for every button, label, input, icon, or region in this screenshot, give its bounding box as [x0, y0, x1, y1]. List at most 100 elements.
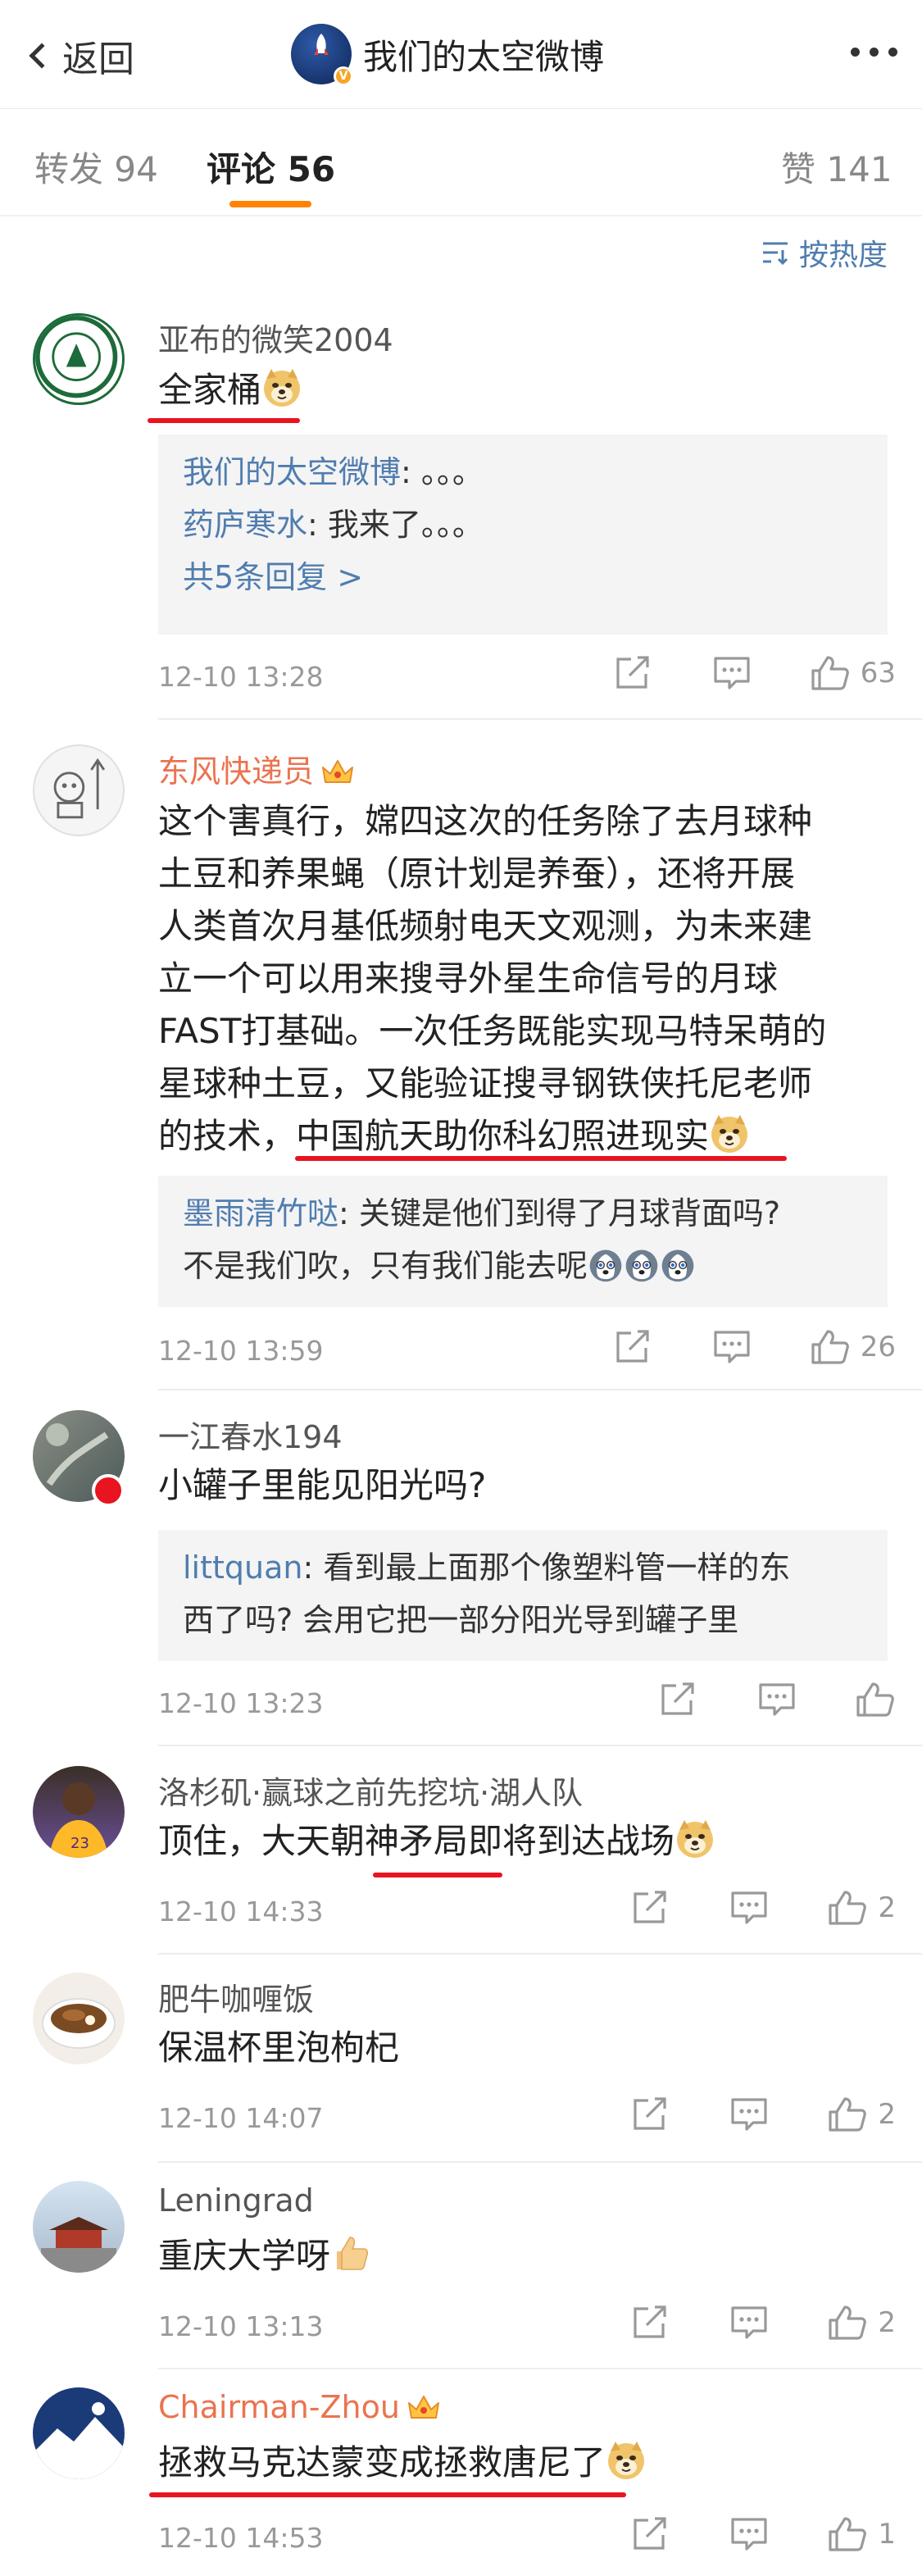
- like-button[interactable]: 26: [810, 1328, 896, 1366]
- account-avatar[interactable]: V: [291, 24, 353, 86]
- more-options-icon[interactable]: [851, 48, 897, 57]
- tab-comments[interactable]: 评论 56: [207, 142, 335, 192]
- like-button[interactable]: [855, 1681, 896, 1718]
- comment-text-line: 土豆和养果蝇（原计划是养蚕），还将开展: [158, 853, 796, 894]
- like-button[interactable]: 2: [827, 2304, 896, 2342]
- red-underline: [149, 2492, 626, 2497]
- like-button[interactable]: 2: [827, 1889, 896, 1927]
- sort-by-hot-button[interactable]: 按热度: [761, 231, 888, 274]
- tab-likes[interactable]: 赞 141: [781, 142, 892, 192]
- reply-username[interactable]: 药庐寒水: [183, 507, 307, 543]
- nav-account[interactable]: V 我们的太空微博: [291, 23, 604, 86]
- like-icon: [810, 654, 851, 692]
- like-count: 63: [860, 657, 896, 690]
- comment-icon: [711, 1328, 752, 1366]
- food-bowl-icon: [42, 1998, 116, 2049]
- reply-button[interactable]: [756, 1681, 797, 1718]
- comment-username[interactable]: 肥牛咖喱饭: [158, 1974, 314, 2019]
- comment-text-content: 顶住，大天朝神矛局即将到达战场: [158, 1821, 675, 1861]
- like-button[interactable]: 2: [827, 2096, 896, 2133]
- reply-button[interactable]: [729, 2515, 770, 2553]
- comment-text-line: 这个害真行，嫦四这次的任务除了去月球种: [158, 801, 813, 841]
- divider: [158, 2161, 922, 2163]
- tab-comments-label: 评论: [207, 149, 276, 189]
- tab-reposts-count: 94: [114, 149, 158, 189]
- repost-button[interactable]: [613, 654, 654, 692]
- like-count: 26: [860, 1331, 896, 1363]
- repost-button[interactable]: [658, 1681, 699, 1718]
- tab-reposts[interactable]: 转发 94: [34, 142, 158, 192]
- player-photo-icon: 23: [49, 1782, 108, 1858]
- divider: [158, 1953, 922, 1955]
- share-icon: [630, 2096, 671, 2133]
- doge-emoji-icon: [709, 1113, 750, 1154]
- reply-box[interactable]: littquan: 看到最上面那个像塑料管一样的东 西了吗? 会用它把一部分阳光…: [158, 1530, 888, 1661]
- husky-emoji-icon: [588, 1247, 624, 1283]
- vip-crown-icon: [406, 2393, 441, 2421]
- reply-button[interactable]: [711, 654, 752, 692]
- sort-icon: [762, 242, 788, 265]
- share-icon: [630, 2515, 671, 2553]
- username-text: 东风快递员: [158, 753, 315, 790]
- divider: [158, 718, 922, 720]
- like-button[interactable]: 63: [810, 654, 896, 692]
- like-count: 2: [878, 2306, 896, 2339]
- reply-button[interactable]: [729, 2304, 770, 2342]
- verified-badge-icon: V: [334, 66, 353, 86]
- reply-item: littquan: 看到最上面那个像塑料管一样的东: [183, 1541, 863, 1594]
- repost-button[interactable]: [613, 1328, 654, 1366]
- avatar[interactable]: [33, 2387, 125, 2479]
- comment-username[interactable]: 亚布的微笑2004: [158, 315, 393, 360]
- repost-button[interactable]: [630, 2515, 671, 2553]
- reply-box[interactable]: 墨雨清竹哒: 关键是他们到得了月球背面吗? 不是我们吹，只有我们能去呢: [158, 1176, 888, 1307]
- comment-timestamp: 12-10 13:28: [158, 661, 324, 693]
- comment-text: 重庆大学呀: [158, 2230, 896, 2282]
- comment-timestamp: 12-10 13:23: [158, 1687, 324, 1719]
- reply-username[interactable]: littquan: [183, 1550, 303, 1586]
- reply-button[interactable]: [729, 2096, 770, 2133]
- doge-emoji-icon: [606, 2440, 647, 2481]
- reply-button[interactable]: [729, 1889, 770, 1927]
- like-count: 2: [878, 1891, 896, 1924]
- comment-text-prefix: 的技术，: [158, 1116, 297, 1156]
- tab-likes-count: 141: [826, 149, 892, 189]
- back-button[interactable]: 返回: [25, 31, 134, 80]
- comment-text-line: 人类首次月基低频射电天文观测，为未来建: [158, 906, 813, 946]
- like-button[interactable]: 1: [827, 2515, 896, 2553]
- reply-button[interactable]: [711, 1328, 752, 1366]
- navigation-bar: 返回 V 我们的太空微博: [0, 0, 922, 108]
- vip-crown-icon: [320, 758, 355, 785]
- repost-button[interactable]: [630, 2304, 671, 2342]
- thumbs-up-emoji-icon: [330, 2233, 371, 2274]
- like-count: 2: [878, 2098, 896, 2131]
- comment-username[interactable]: Leningrad: [158, 2182, 314, 2219]
- red-underline: [373, 1873, 502, 1877]
- reply-username[interactable]: 我们的太空微博: [183, 454, 401, 490]
- avatar[interactable]: [33, 313, 125, 405]
- comment-username[interactable]: 东风快递员: [158, 746, 355, 791]
- active-tab-indicator: [229, 201, 311, 207]
- reply-box[interactable]: 我们的太空微博: 。。。 药庐寒水: 我来了。。。 共5条回复 >: [158, 435, 888, 635]
- tab-bar: 转发 94 评论 56 赞 141: [0, 108, 922, 215]
- more-replies-link[interactable]: 共5条回复 >: [183, 551, 863, 603]
- comment-icon: [756, 1681, 797, 1718]
- tab-comments-count: 56: [287, 149, 336, 189]
- reply-text: : 我来了。。。: [307, 507, 484, 543]
- avatar[interactable]: [33, 744, 125, 836]
- comment-icon: [729, 2515, 770, 2553]
- reply-item: 不是我们吹，只有我们能去呢: [183, 1240, 863, 1292]
- repost-button[interactable]: [630, 1889, 671, 1927]
- comment-text: 顶住，大天朝神矛局即将到达战场: [158, 1815, 896, 1868]
- divider: [158, 1389, 922, 1390]
- reply-text: 西了吗? 会用它把一部分阳光导到罐子里: [183, 1602, 739, 1638]
- repost-button[interactable]: [630, 2096, 671, 2133]
- avatar[interactable]: [33, 1973, 125, 2064]
- share-icon: [630, 2304, 671, 2342]
- reply-username[interactable]: 墨雨清竹哒: [183, 1195, 338, 1231]
- avatar[interactable]: 23: [33, 1766, 125, 1858]
- comment-username[interactable]: 一江春水194: [158, 1412, 343, 1457]
- avatar[interactable]: [33, 2181, 125, 2273]
- comment-actions: 63: [556, 654, 896, 692]
- comment-username[interactable]: Chairman-Zhou: [158, 2389, 441, 2425]
- comment-username[interactable]: 洛杉矶·赢球之前先挖坑·湖人队: [158, 1768, 583, 1813]
